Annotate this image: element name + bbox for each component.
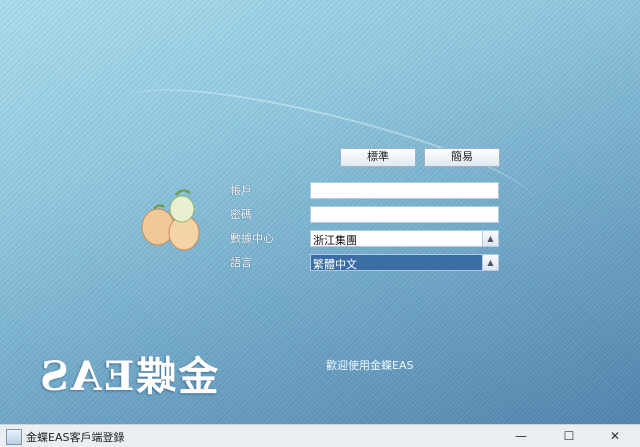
username-input[interactable]	[310, 182, 499, 199]
chevron-up-icon[interactable]: ▲	[482, 231, 498, 246]
language-value: 繁體中文	[313, 258, 357, 271]
username-label: 帳戶	[230, 184, 252, 197]
datacenter-select[interactable]: 浙江集團 ▲	[310, 230, 499, 247]
fruit-logo-icon	[141, 189, 200, 251]
window-title: 金蝶EAS客戶端登錄	[26, 431, 125, 444]
brand-logo-text: 金蝶EAS	[38, 353, 219, 400]
chevron-up-icon[interactable]: ▲	[482, 255, 498, 270]
standard-mode-button[interactable]: 標準	[340, 148, 416, 167]
login-window: 標準 簡易 帳戶 密碼 數據中心 浙江集團 ▲ 語言 繁體中文 ▲ 金蝶EAS …	[0, 0, 640, 447]
password-label: 密碼	[230, 208, 252, 221]
title-bar: 金蝶EAS客戶端登錄 — ☐ ✕	[0, 424, 640, 447]
language-label: 語言	[230, 256, 252, 269]
password-input[interactable]	[310, 206, 499, 223]
minimize-icon[interactable]: —	[510, 427, 532, 445]
app-icon	[6, 429, 22, 445]
close-icon[interactable]: ✕	[604, 427, 626, 445]
language-select[interactable]: 繁體中文 ▲	[310, 254, 499, 271]
datacenter-value: 浙江集團	[313, 234, 357, 247]
maximize-icon[interactable]: ☐	[558, 427, 580, 445]
datacenter-label: 數據中心	[230, 232, 274, 245]
welcome-hint: 歡迎使用金蝶EAS	[326, 359, 414, 372]
simple-mode-button[interactable]: 簡易	[424, 148, 500, 167]
